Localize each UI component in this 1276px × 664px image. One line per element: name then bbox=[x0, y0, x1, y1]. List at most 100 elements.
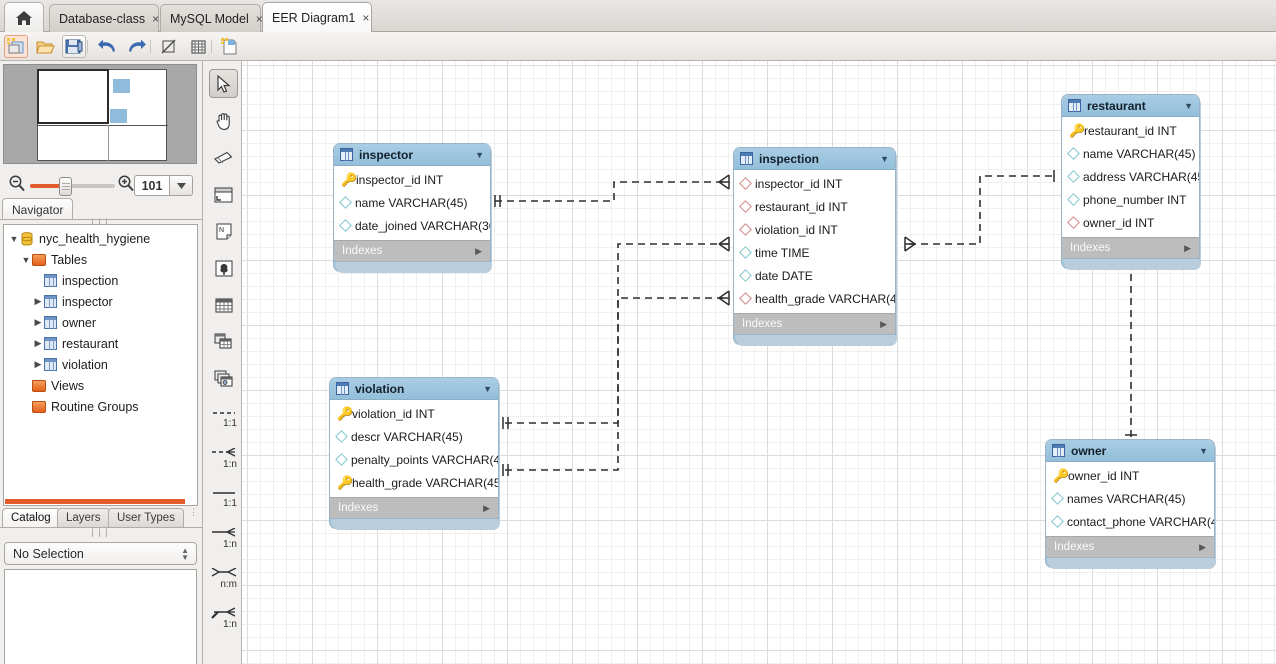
redo-button[interactable] bbox=[124, 35, 148, 58]
tree-item-inspection[interactable]: inspection bbox=[32, 270, 118, 291]
spinner-icon[interactable]: ▲▼ bbox=[181, 547, 189, 561]
catalog-tree[interactable]: ▼ nyc_health_hygiene ▼ Tables insp bbox=[3, 224, 198, 506]
tab-catalog[interactable]: Catalog bbox=[2, 508, 60, 528]
open-model-button[interactable] bbox=[33, 35, 57, 58]
twisty-icon[interactable]: ▼ bbox=[8, 234, 20, 244]
er-column[interactable]: descr VARCHAR(45) bbox=[330, 425, 498, 448]
note-tool[interactable]: N bbox=[209, 217, 238, 246]
twisty-icon[interactable]: ▶ bbox=[32, 359, 44, 370]
tree-item-owner[interactable]: ▶ owner bbox=[32, 312, 96, 333]
twisty-icon[interactable]: ▶ bbox=[32, 317, 44, 328]
er-column[interactable]: names VARCHAR(45) bbox=[1046, 487, 1214, 510]
chevron-right-icon[interactable]: ▶ bbox=[1199, 542, 1206, 553]
er-indexes-section[interactable]: Indexes ▶ bbox=[334, 240, 490, 261]
rel-1-n-pick-columns-tool[interactable]: 1:n bbox=[207, 603, 240, 634]
chevron-down-icon[interactable]: ▼ bbox=[483, 384, 492, 394]
navigator-panel-tab[interactable]: Navigator bbox=[2, 198, 73, 220]
er-table-header[interactable]: inspector ▼ bbox=[334, 144, 490, 166]
toggle-grid-button[interactable] bbox=[157, 35, 181, 58]
er-table-inspector[interactable]: inspector ▼ 🔑 inspector_id INT name VARC… bbox=[333, 143, 491, 272]
tree-item-tables[interactable]: ▼ Tables bbox=[20, 249, 87, 270]
save-model-button[interactable] bbox=[62, 35, 86, 58]
pointer-tool[interactable] bbox=[209, 69, 238, 98]
er-column[interactable]: 🔑 health_grade VARCHAR(45) bbox=[330, 471, 498, 494]
er-table-inspection[interactable]: inspection ▼ inspector_id INT restaurant… bbox=[733, 147, 896, 345]
eraser-tool[interactable] bbox=[209, 143, 238, 172]
er-column[interactable]: name VARCHAR(45) bbox=[334, 191, 490, 214]
er-column[interactable]: 🔑 inspector_id INT bbox=[334, 168, 490, 191]
twisty-icon[interactable]: ▶ bbox=[32, 296, 44, 307]
chevron-right-icon[interactable]: ▶ bbox=[1184, 243, 1191, 254]
er-column[interactable]: 🔑 restaurant_id INT bbox=[1062, 119, 1199, 142]
er-column[interactable]: inspector_id INT bbox=[734, 172, 895, 195]
chevron-right-icon[interactable]: ▶ bbox=[880, 319, 887, 330]
tree-item-views[interactable]: Views bbox=[20, 375, 84, 396]
er-table-header[interactable]: inspection ▼ bbox=[734, 148, 895, 170]
er-table-owner[interactable]: owner ▼ 🔑 owner_id INT names VARCHAR(45)… bbox=[1045, 439, 1215, 568]
er-indexes-section[interactable]: Indexes ▶ bbox=[330, 497, 498, 518]
home-tab[interactable] bbox=[4, 2, 44, 32]
chevron-down-icon[interactable]: ▼ bbox=[1184, 101, 1193, 111]
rel-1-1-identifying-tool[interactable]: 1:1 bbox=[207, 483, 240, 514]
er-column[interactable]: phone_number INT bbox=[1062, 188, 1199, 211]
er-column[interactable]: health_grade VARCHAR(45) bbox=[734, 287, 895, 310]
chevron-down-icon[interactable]: ▼ bbox=[880, 154, 889, 164]
navigator-viewport-rect[interactable] bbox=[37, 69, 109, 124]
er-table-header[interactable]: violation ▼ bbox=[330, 378, 498, 400]
zoom-value-input[interactable]: 101 bbox=[134, 175, 170, 196]
chevron-right-icon[interactable]: ▶ bbox=[483, 503, 490, 514]
tree-item-restaurant[interactable]: ▶ restaurant bbox=[32, 333, 118, 354]
panel-splitter-grip-2[interactable]: | | | bbox=[85, 529, 115, 535]
new-diagram-button[interactable] bbox=[217, 35, 241, 58]
er-column[interactable]: 🔑 owner_id INT bbox=[1046, 464, 1214, 487]
tree-horizontal-scrollbar[interactable] bbox=[5, 499, 185, 504]
tab-eer-diagram1[interactable]: EER Diagram1 × bbox=[262, 2, 372, 32]
tree-item-inspector[interactable]: ▶ inspector bbox=[32, 291, 113, 312]
er-column[interactable]: time TIME bbox=[734, 241, 895, 264]
zoom-dropdown-button[interactable] bbox=[170, 175, 193, 196]
tree-item-routine-groups[interactable]: Routine Groups bbox=[20, 396, 139, 417]
rel-n-m-tool[interactable]: n:m bbox=[207, 563, 240, 594]
er-table-restaurant[interactable]: restaurant ▼ 🔑 restaurant_id INT name VA… bbox=[1061, 94, 1200, 269]
er-column[interactable]: contact_phone VARCHAR(45) bbox=[1046, 510, 1214, 533]
zoom-in-icon[interactable] bbox=[117, 174, 135, 192]
image-tree-tool[interactable] bbox=[209, 254, 238, 283]
tab-database-class[interactable]: Database-class × bbox=[49, 4, 159, 32]
chevron-down-icon[interactable]: ▼ bbox=[1199, 446, 1208, 456]
tab-layers[interactable]: Layers bbox=[57, 508, 110, 528]
selection-dropdown[interactable]: No Selection ▲▼ bbox=[4, 542, 197, 565]
rel-1-n-identifying-tool[interactable]: 1:n bbox=[207, 523, 240, 554]
twisty-icon[interactable]: ▼ bbox=[20, 255, 32, 265]
er-indexes-section[interactable]: Indexes ▶ bbox=[1062, 237, 1199, 258]
er-table-header[interactable]: restaurant ▼ bbox=[1062, 95, 1199, 117]
close-icon[interactable]: × bbox=[362, 11, 369, 25]
navigator-minimap[interactable] bbox=[3, 64, 197, 164]
twisty-icon[interactable]: ▶ bbox=[32, 338, 44, 349]
er-column[interactable]: address VARCHAR(45) bbox=[1062, 165, 1199, 188]
er-column[interactable]: date_joined VARCHAR(30) bbox=[334, 214, 490, 237]
er-column[interactable]: violation_id INT bbox=[734, 218, 895, 241]
view-tool[interactable] bbox=[209, 327, 238, 356]
chevron-right-icon[interactable]: ▶ bbox=[475, 246, 482, 257]
er-indexes-section[interactable]: Indexes ▶ bbox=[734, 313, 895, 334]
tab-user-types[interactable]: User Types bbox=[108, 508, 184, 528]
er-column[interactable]: name VARCHAR(45) bbox=[1062, 142, 1199, 165]
snap-grid-button[interactable] bbox=[186, 35, 210, 58]
rel-1-n-nonidentifying-tool[interactable]: 1:n bbox=[207, 443, 240, 474]
sidebar-resize-grip[interactable]: ⋮ bbox=[189, 511, 198, 514]
new-model-button[interactable] bbox=[4, 35, 28, 58]
rel-1-1-nonidentifying-tool[interactable]: 1:1 bbox=[207, 403, 240, 434]
tab-mysql-model[interactable]: MySQL Model × bbox=[160, 4, 261, 32]
table-tool[interactable] bbox=[209, 291, 238, 320]
er-column[interactable]: restaurant_id INT bbox=[734, 195, 895, 218]
tree-item-violation[interactable]: ▶ violation bbox=[32, 354, 108, 375]
er-column[interactable]: date DATE bbox=[734, 264, 895, 287]
undo-button[interactable] bbox=[95, 35, 119, 58]
routine-group-tool[interactable] bbox=[209, 364, 238, 393]
layer-tool[interactable] bbox=[209, 180, 238, 209]
chevron-down-icon[interactable]: ▼ bbox=[475, 150, 484, 160]
er-table-violation[interactable]: violation ▼ 🔑 violation_id INT descr VAR… bbox=[329, 377, 499, 529]
zoom-out-icon[interactable] bbox=[8, 174, 26, 192]
tree-item-nyc-health-hygiene[interactable]: ▼ nyc_health_hygiene bbox=[8, 228, 150, 249]
er-table-header[interactable]: owner ▼ bbox=[1046, 440, 1214, 462]
